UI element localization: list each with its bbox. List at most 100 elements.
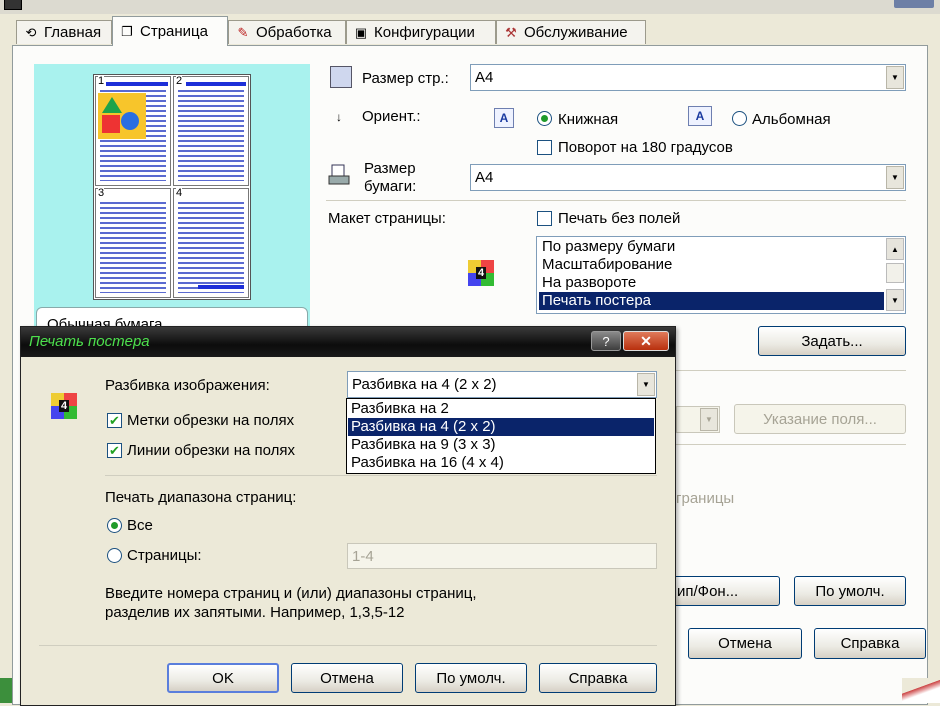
all-pages-label: Все [127, 517, 153, 534]
tab-page-label: Страница [140, 23, 208, 40]
portrait-radio[interactable] [537, 111, 552, 126]
trim-lines-checkbox[interactable]: ✔ [107, 443, 122, 458]
maintenance-icon: ⚒ [505, 24, 517, 40]
orientation-label: Ориент.: [362, 108, 421, 125]
scroll-down-icon[interactable]: ▼ [886, 289, 904, 311]
split-select-value: Разбивка на 4 (2 x 2) [352, 376, 497, 393]
ok-label: OK [212, 669, 234, 687]
scrollbar-thumb[interactable] [886, 263, 904, 283]
pages-input-value: 1-4 [352, 547, 374, 565]
scroll-up-icon[interactable]: ▲ [886, 238, 904, 260]
separator [105, 475, 657, 476]
main-help-label: Справка [840, 635, 900, 652]
pages-radio[interactable] [107, 548, 122, 563]
tab-processing-label: Обработка [256, 24, 332, 41]
portrait-label: Книжная [558, 111, 619, 128]
ok-button[interactable]: OK [167, 663, 279, 693]
quadrant-number: 2 [176, 75, 183, 87]
separator [39, 645, 657, 646]
dialog-cancel-label: Отмена [320, 669, 374, 687]
split-select[interactable]: Разбивка на 4 (2 x 2) ▼ [347, 371, 657, 398]
chevron-down-icon[interactable]: ▼ [700, 408, 718, 431]
preview-heading-bar [186, 82, 246, 86]
borderless-checkbox[interactable] [537, 211, 552, 226]
set-button[interactable]: Задать... [758, 326, 906, 356]
brush-icon: ✎ [237, 24, 249, 40]
pages-label: Страницы: [127, 547, 202, 564]
list-item[interactable]: Масштабирование [539, 256, 884, 274]
dialog-title-bar: Печать постера ? ✕ [21, 327, 675, 357]
list-item[interactable]: Печать постера [539, 292, 884, 310]
corner-watermark [902, 678, 940, 703]
pages-fragment-label: границы [676, 490, 735, 507]
window-close-button[interactable] [894, 0, 934, 8]
poster-icon-text: 4 [58, 400, 70, 412]
main-cancel-label: Отмена [718, 635, 772, 652]
landscape-radio[interactable] [732, 111, 747, 126]
dialog-cancel-button[interactable]: Отмена [291, 663, 403, 693]
split-label: Разбивка изображения: [105, 377, 270, 394]
stamp-background-label: ип/Фон... [677, 582, 739, 600]
chevron-down-icon[interactable]: ▼ [637, 373, 655, 396]
window-title-bar [0, 0, 940, 14]
poster-print-dialog: Печать постера ? ✕ 4 Разбивка изображени… [20, 326, 676, 706]
all-pages-radio[interactable] [107, 518, 122, 533]
help-glyph: ? [602, 333, 610, 349]
tab-maintenance[interactable]: ⚒ Обслуживание [496, 20, 646, 44]
margin-button-label: Указание поля... [763, 410, 877, 428]
split-option[interactable]: Разбивка на 16 (4 x 4) [348, 454, 654, 472]
tab-main-label: Главная [44, 24, 102, 41]
trim-marks-checkbox[interactable]: ✔ [107, 413, 122, 428]
dialog-defaults-label: По умолч. [436, 669, 506, 687]
defaults-button[interactable]: По умолч. [794, 576, 906, 606]
main-cancel-button[interactable]: Отмена [688, 628, 802, 659]
page-layout-list[interactable]: По размеру бумаги Масштабирование На раз… [536, 236, 906, 314]
dialog-help-icon[interactable]: ? [591, 331, 621, 351]
page-icon: ❐ [121, 23, 133, 39]
separator [676, 370, 906, 371]
margin-button[interactable]: Указание поля... [734, 404, 906, 434]
rotate-180-checkbox[interactable] [537, 140, 552, 155]
main-help-button[interactable]: Справка [814, 628, 926, 659]
preview-footer-bar [198, 285, 244, 289]
tab-main[interactable]: ⟲ Главная [16, 20, 112, 44]
dialog-close-icon[interactable]: ✕ [623, 331, 669, 351]
tab-processing[interactable]: ✎ Обработка [228, 20, 346, 44]
pages-input[interactable]: 1-4 [347, 543, 657, 569]
quadrant-number: 3 [98, 187, 105, 199]
portrait-icon-letter: A [499, 111, 509, 125]
paper-size-label-line1: Размер [364, 160, 416, 177]
split-option[interactable]: Разбивка на 9 (3 x 3) [348, 436, 654, 454]
chevron-down-icon[interactable]: ▼ [886, 66, 904, 89]
orientation-arrow-icon: ↓ [336, 110, 342, 124]
quadrant-number: 1 [98, 75, 105, 87]
chevron-down-icon[interactable]: ▼ [886, 166, 904, 189]
decorative-strip [0, 678, 12, 703]
split-option[interactable]: Разбивка на 2 [348, 400, 654, 418]
trim-marks-label: Метки обрезки на полях [127, 412, 295, 429]
list-item[interactable]: По размеру бумаги [539, 238, 884, 256]
preview-image-icon [98, 93, 146, 139]
landscape-label: Альбомная [752, 111, 831, 128]
paper-size-select[interactable]: A4 ▼ [470, 164, 906, 191]
paper-size-label-line2: бумаги: [364, 178, 417, 195]
close-glyph: ✕ [640, 332, 652, 349]
page-size-select[interactable]: A4 ▼ [470, 64, 906, 91]
main-icon: ⟲ [25, 24, 37, 40]
preview-heading-bar [106, 82, 168, 86]
portrait-icon: A [494, 108, 514, 128]
dialog-help-button[interactable]: Справка [539, 663, 657, 693]
window-icon [4, 0, 22, 10]
tab-configurations[interactable]: ▣ Конфигурации [346, 20, 496, 44]
list-item[interactable]: На развороте [539, 274, 884, 292]
dialog-defaults-button[interactable]: По умолч. [415, 663, 527, 693]
separator [676, 444, 906, 445]
margin-side-select[interactable]: ▼ [676, 406, 720, 433]
tab-page[interactable]: ❐ Страница [112, 16, 228, 46]
landscape-icon-letter: A [695, 109, 705, 123]
hint-line1: Введите номера страниц и (или) диапазоны… [105, 585, 477, 602]
split-option[interactable]: Разбивка на 4 (2 x 2) [348, 418, 654, 436]
page-layout-label: Макет страницы: [328, 210, 446, 227]
split-dropdown-list[interactable]: Разбивка на 2 Разбивка на 4 (2 x 2) Разб… [346, 398, 656, 474]
trim-lines-label: Линии обрезки на полях [127, 442, 296, 459]
